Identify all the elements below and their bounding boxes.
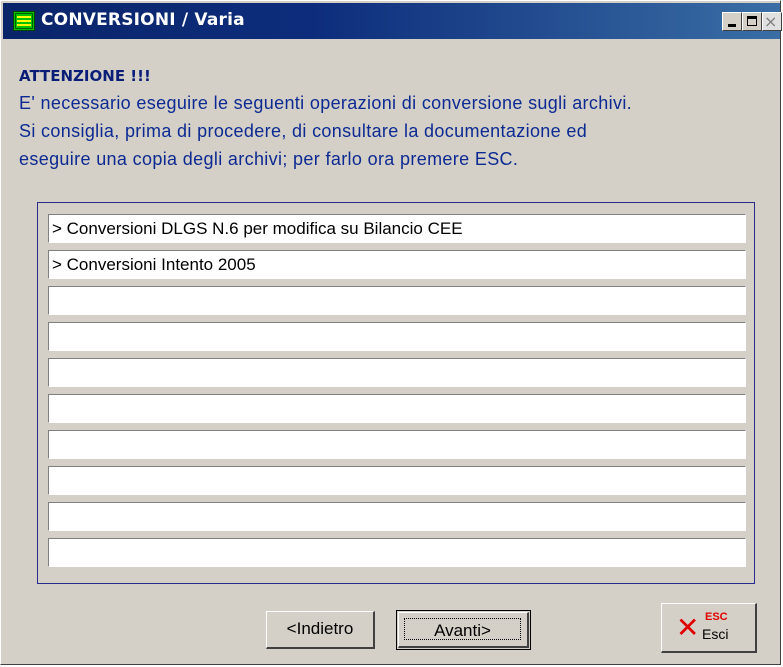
conversion-item-4[interactable]: [48, 322, 746, 351]
maximize-icon: [747, 16, 757, 26]
conversion-item-6[interactable]: [48, 394, 746, 423]
conversion-item-10[interactable]: [48, 538, 746, 567]
esc-key-label: ESC: [705, 611, 728, 623]
message-line-1: E' necessario eseguire le seguenti opera…: [19, 93, 633, 113]
app-icon: [13, 11, 35, 31]
exit-label: Esci: [702, 626, 729, 642]
next-button-label: Avanti>: [404, 618, 521, 640]
exit-button[interactable]: ✕ ESC Esci: [661, 603, 757, 653]
conversion-list: > Conversioni DLGS N.6 per modifica su B…: [37, 202, 755, 584]
conversion-item-8[interactable]: [48, 466, 746, 495]
attention-heading: ATTENZIONE !!!: [19, 67, 151, 85]
conversion-item-3[interactable]: [48, 286, 746, 315]
conversion-item-2[interactable]: > Conversioni Intento 2005: [48, 250, 746, 279]
conversion-window: CONVERSIONI / Varia × ATTENZIONE !!! E' …: [0, 0, 782, 665]
conversion-item-5[interactable]: [48, 358, 746, 387]
back-button[interactable]: <Indietro: [266, 611, 375, 649]
message-line-3: eseguire una copia degli archivi; per fa…: [19, 149, 519, 169]
close-icon: ×: [764, 12, 778, 31]
close-button[interactable]: ×: [762, 12, 782, 31]
title-bar[interactable]: CONVERSIONI / Varia ×: [3, 3, 782, 39]
minimize-button[interactable]: [722, 12, 742, 31]
message-line-2: Si consiglia, prima di procedere, di con…: [19, 121, 588, 141]
maximize-button[interactable]: [742, 12, 762, 31]
conversion-item-1[interactable]: > Conversioni DLGS N.6 per modifica su B…: [48, 214, 746, 243]
window-title: CONVERSIONI / Varia: [41, 10, 245, 30]
minimize-icon: [728, 24, 736, 27]
next-button[interactable]: Avanti>: [396, 610, 531, 650]
x-icon: ✕: [676, 611, 700, 644]
conversion-item-9[interactable]: [48, 502, 746, 531]
conversion-item-7[interactable]: [48, 430, 746, 459]
